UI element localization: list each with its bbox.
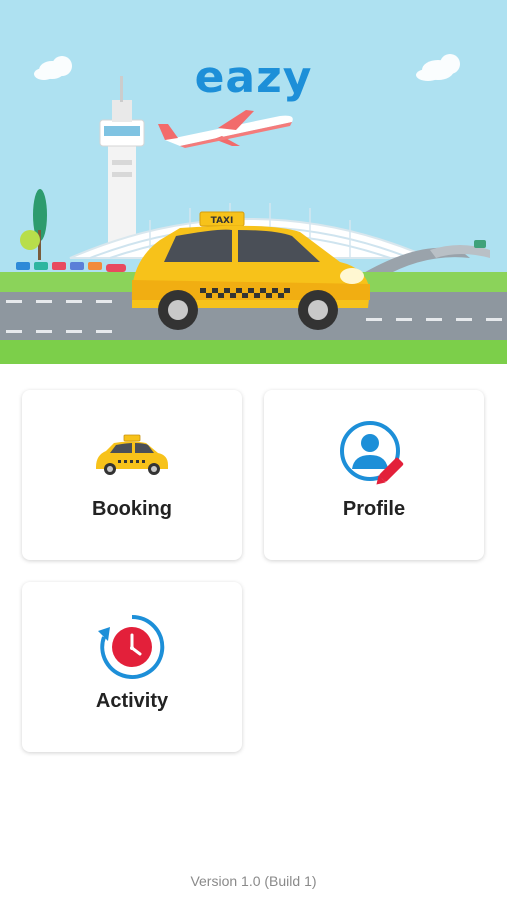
user-edit-icon (338, 420, 410, 490)
taxi-icon (92, 420, 172, 490)
activity-label: Activity (95, 690, 169, 712)
booking-label: Booking (92, 498, 172, 520)
app-logo-text: eazy (194, 52, 313, 103)
version-text: Version 1.0 (Build 1) (190, 873, 317, 889)
hero-banner: TAXI eazy (0, 0, 507, 364)
app-logo: eazy (0, 52, 507, 103)
profile-label: Profile (342, 498, 406, 520)
taxi-sign-text: TAXI (211, 216, 234, 226)
booking-tile[interactable]: Booking (22, 390, 242, 560)
history-clock-icon (96, 612, 168, 682)
profile-tile[interactable]: Profile (264, 390, 484, 560)
activity-tile[interactable]: Activity (22, 582, 242, 752)
